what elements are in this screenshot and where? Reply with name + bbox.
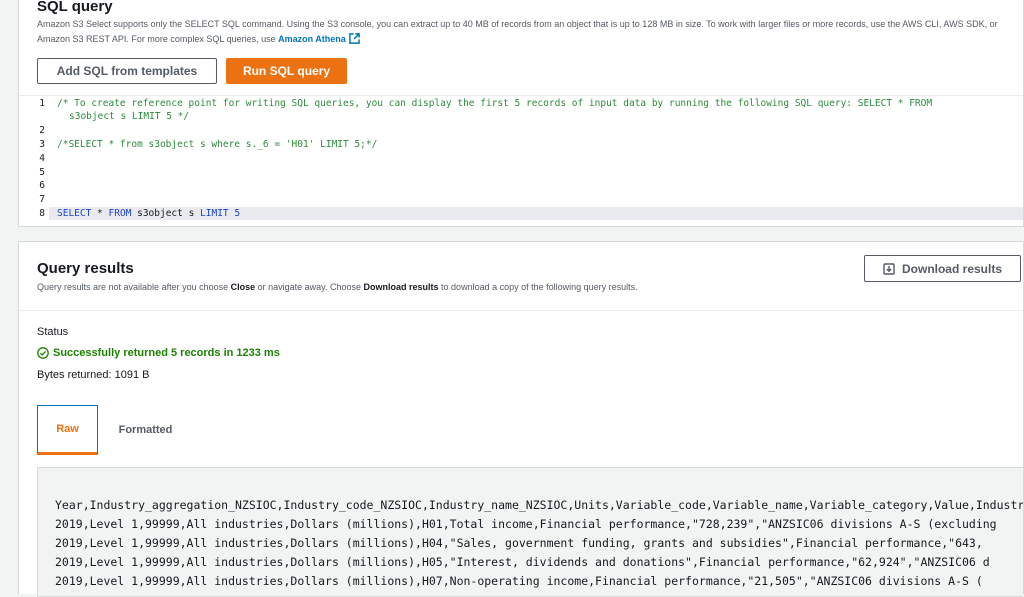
sql-description-text: Amazon S3 Select supports only the SELEC…	[37, 19, 998, 44]
desc-download: Download results	[363, 282, 439, 292]
sql-keyword: FROM	[108, 208, 132, 219]
line-number: 1	[39, 98, 45, 109]
status-label: Status	[37, 326, 69, 338]
line-number: 6	[39, 180, 45, 191]
line-number: 4	[39, 153, 45, 164]
desc-text: Query results are not available after yo…	[37, 282, 231, 292]
output-line: Year,Industry_aggregation_NZSIOC,Industr…	[55, 498, 1023, 512]
sql-editor[interactable]: 1 2 3 4 5 6 7 8 /* To create reference p…	[19, 95, 1023, 226]
line-number: 7	[39, 194, 45, 205]
desc-close: Close	[230, 282, 256, 292]
add-sql-from-templates-button[interactable]: Add SQL from templates	[37, 58, 217, 84]
line-number: 2	[39, 125, 45, 136]
raw-output[interactable]: Year,Industry_aggregation_NZSIOC,Industr…	[37, 467, 1023, 597]
bytes-returned: Bytes returned: 1091 B	[37, 369, 150, 381]
sql-token: s3object s	[131, 208, 201, 219]
amazon-athena-link[interactable]: Amazon Athena	[278, 33, 360, 44]
output-line: 2019,Level 1,99999,All industries,Dollar…	[55, 555, 990, 569]
sql-query-panel: SQL query Amazon S3 Select supports only…	[18, 0, 1024, 227]
sql-token: 5	[228, 208, 241, 219]
query-results-panel: Query results Query results are not avai…	[18, 241, 1024, 597]
code-line-1-wrap: s3object s LIMIT 5 */	[69, 111, 190, 122]
editor-gutter: 1 2 3 4 5 6 7 8	[19, 96, 49, 226]
code-line-8: SELECT * FROM s3object s LIMIT 5	[57, 208, 240, 219]
line-number: 8	[39, 208, 45, 219]
sql-token: *	[91, 208, 109, 219]
sql-keyword: LIMIT	[200, 208, 229, 219]
sql-query-title: SQL query	[37, 0, 113, 15]
divider	[19, 310, 1023, 311]
desc-text: or navigate away. Choose	[255, 282, 364, 292]
run-sql-query-button[interactable]: Run SQL query	[226, 58, 347, 84]
download-results-button[interactable]: Download results	[864, 255, 1021, 282]
code-line-1: /* To create reference point for writing…	[57, 98, 933, 109]
query-results-title: Query results	[37, 260, 134, 277]
sql-description: Amazon S3 Select supports only the SELEC…	[37, 17, 1024, 47]
download-icon	[883, 262, 895, 275]
sql-keyword: SELECT	[57, 208, 92, 219]
status-value: Successfully returned 5 records in 1233 …	[37, 347, 280, 359]
code-line-3: /*SELECT * from s3object s where s._6 = …	[57, 139, 378, 150]
line-number: 5	[39, 167, 45, 178]
output-line: 2019,Level 1,99999,All industries,Dollar…	[55, 536, 983, 550]
external-link-icon	[348, 33, 360, 44]
line-number: 3	[39, 139, 45, 150]
status-value-text: Successfully returned 5 records in 1233 …	[53, 347, 280, 359]
query-results-description: Query results are not available after yo…	[37, 280, 638, 295]
success-check-icon	[37, 347, 49, 359]
desc-text: to download a copy of the following quer…	[438, 282, 638, 292]
download-results-label: Download results	[901, 261, 1002, 276]
output-line: 2019,Level 1,99999,All industries,Dollar…	[55, 574, 983, 588]
tab-raw[interactable]: Raw	[37, 405, 98, 455]
output-line: 2019,Level 1,99999,All industries,Dollar…	[55, 517, 997, 531]
amazon-athena-link-label: Amazon Athena	[278, 34, 346, 44]
tab-formatted[interactable]: Formatted	[98, 405, 193, 455]
